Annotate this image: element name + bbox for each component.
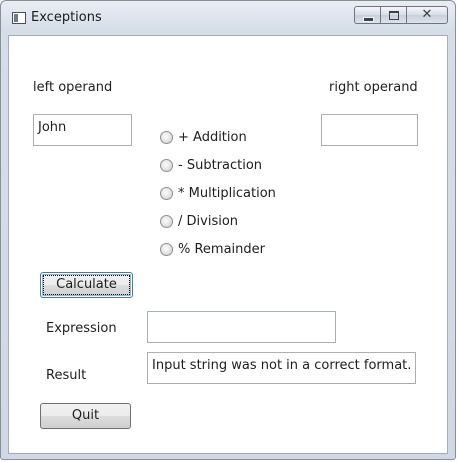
radio-circle: [160, 242, 173, 256]
radio-label: + Addition: [178, 129, 247, 145]
radio-division[interactable]: / Division: [160, 211, 238, 231]
calculate-button[interactable]: Calculate: [40, 272, 133, 298]
right-operand-label: right operand: [329, 80, 418, 95]
minimize-icon: [355, 7, 380, 23]
radio-label: * Multiplication: [178, 185, 276, 201]
radio-circle: [160, 130, 173, 144]
title-bar[interactable]: Exceptions ✕: [1, 1, 455, 35]
radio-label: - Subtraction: [178, 157, 263, 173]
maximize-button[interactable]: [380, 6, 406, 24]
radio-multiplication[interactable]: * Multiplication: [160, 183, 276, 203]
result-label: Result: [46, 368, 87, 383]
radio-circle: [160, 158, 173, 172]
maximize-icon: [381, 7, 406, 23]
radio-remainder[interactable]: % Remainder: [160, 239, 265, 259]
left-operand-label: left operand: [33, 80, 113, 95]
quit-button[interactable]: Quit: [40, 403, 131, 429]
radio-circle: [160, 186, 173, 200]
close-button[interactable]: ✕: [406, 6, 448, 24]
minimize-button[interactable]: [354, 6, 380, 24]
radio-subtraction[interactable]: - Subtraction: [160, 155, 262, 175]
expression-output[interactable]: [147, 311, 336, 343]
expression-label: Expression: [46, 321, 117, 336]
radio-label: % Remainder: [178, 241, 266, 257]
client-area: left operand right operand John + Additi…: [8, 35, 448, 454]
radio-label: / Division: [178, 213, 239, 229]
window-icon[interactable]: [12, 12, 26, 24]
close-icon: ✕: [421, 7, 433, 22]
window-title: Exceptions: [31, 10, 102, 25]
radio-circle: [160, 214, 173, 228]
radio-addition[interactable]: + Addition: [160, 127, 247, 147]
left-operand-input[interactable]: John: [33, 114, 132, 146]
caption-buttons: ✕: [354, 6, 448, 25]
right-operand-input[interactable]: [321, 114, 418, 146]
result-output[interactable]: Input string was not in a correct format…: [147, 352, 416, 384]
application-window: Exceptions ✕ left operand right operand …: [0, 0, 456, 460]
